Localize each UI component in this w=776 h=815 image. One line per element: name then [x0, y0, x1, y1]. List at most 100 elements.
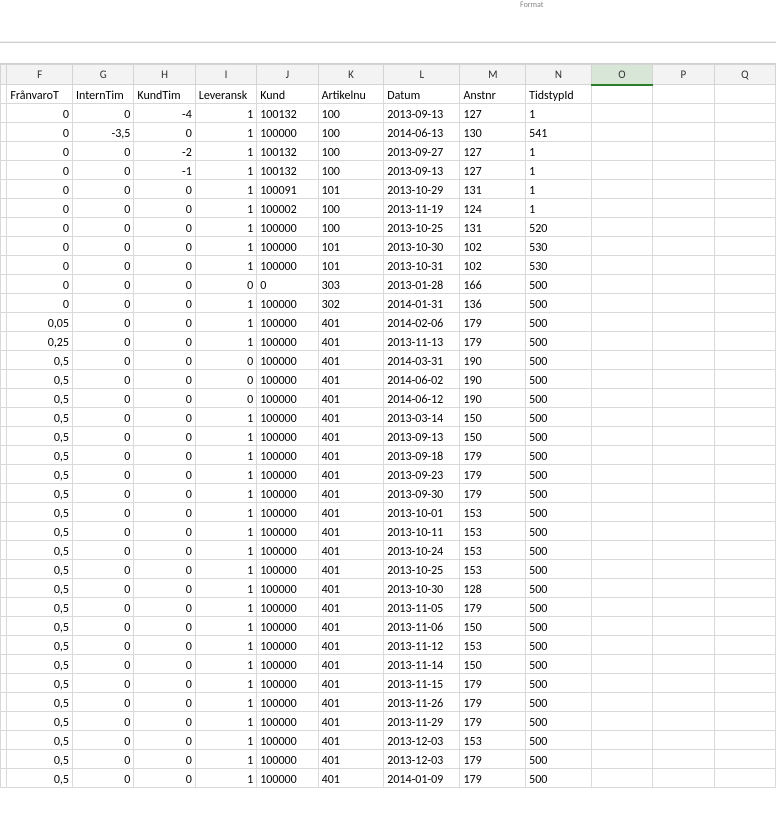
cell-O[interactable]: [591, 465, 652, 484]
cell-I[interactable]: 1: [195, 123, 256, 142]
cell-P[interactable]: [653, 617, 714, 636]
table-row[interactable]: 00-211001321002013-09-271271: [1, 142, 776, 161]
cell-P[interactable]: [653, 522, 714, 541]
cell-Q[interactable]: [714, 750, 775, 769]
cell-F[interactable]: 0,5: [7, 731, 73, 750]
cell-F[interactable]: 0,5: [7, 408, 73, 427]
cell-H[interactable]: 0: [134, 389, 195, 408]
table-row[interactable]: 00011000001012013-10-31102530: [1, 256, 776, 275]
cell-H[interactable]: 0: [134, 237, 195, 256]
cell-N[interactable]: 500: [526, 560, 592, 579]
header-K[interactable]: Artikelnu: [318, 85, 384, 104]
cell-H[interactable]: 0: [134, 370, 195, 389]
cell-H[interactable]: 0: [134, 256, 195, 275]
cell-K[interactable]: 401: [318, 370, 384, 389]
cell-M[interactable]: 179: [460, 674, 526, 693]
cell-M[interactable]: 131: [460, 180, 526, 199]
cell-H[interactable]: 0: [134, 294, 195, 313]
cell-G[interactable]: 0: [72, 313, 133, 332]
cell-G[interactable]: 0: [72, 522, 133, 541]
cell-L[interactable]: 2013-10-31: [384, 256, 460, 275]
cell-F[interactable]: 0,5: [7, 351, 73, 370]
column-letter-row[interactable]: F G H I J K L M N O P Q: [1, 65, 776, 85]
cell-M[interactable]: 179: [460, 750, 526, 769]
cell-O[interactable]: [591, 693, 652, 712]
table-row[interactable]: 00011000003022014-01-31136500: [1, 294, 776, 313]
cell-F[interactable]: 0,25: [7, 332, 73, 351]
cell-J[interactable]: 100000: [257, 446, 318, 465]
cell-P[interactable]: [653, 237, 714, 256]
cell-M[interactable]: 179: [460, 484, 526, 503]
cell-F[interactable]: 0,5: [7, 560, 73, 579]
cell-M[interactable]: 179: [460, 313, 526, 332]
cell-I[interactable]: 1: [195, 484, 256, 503]
cell-F[interactable]: 0,05: [7, 313, 73, 332]
cell-H[interactable]: 0: [134, 579, 195, 598]
cell-P[interactable]: [653, 693, 714, 712]
table-row[interactable]: 00011000001012013-10-30102530: [1, 237, 776, 256]
table-row[interactable]: 00-111001321002013-09-131271: [1, 161, 776, 180]
cell-G[interactable]: 0: [72, 408, 133, 427]
cell-H[interactable]: 0: [134, 446, 195, 465]
cell-I[interactable]: 1: [195, 693, 256, 712]
cell-G[interactable]: 0: [72, 104, 133, 123]
cell-K[interactable]: 401: [318, 465, 384, 484]
col-head-F[interactable]: F: [7, 65, 73, 85]
cell-J[interactable]: 100000: [257, 750, 318, 769]
cell-O[interactable]: [591, 218, 652, 237]
cell-H[interactable]: 0: [134, 655, 195, 674]
cell-K[interactable]: 401: [318, 598, 384, 617]
cell-K[interactable]: 100: [318, 142, 384, 161]
cell-L[interactable]: 2014-01-31: [384, 294, 460, 313]
cell-H[interactable]: 0: [134, 123, 195, 142]
cell-F[interactable]: 0,5: [7, 465, 73, 484]
cell-G[interactable]: 0: [72, 446, 133, 465]
table-row[interactable]: 0-3,5011000001002014-06-13130541: [1, 123, 776, 142]
cell-K[interactable]: 401: [318, 389, 384, 408]
cell-J[interactable]: 100000: [257, 712, 318, 731]
cell-F[interactable]: 0,5: [7, 484, 73, 503]
cell-G[interactable]: 0: [72, 750, 133, 769]
cell-I[interactable]: 1: [195, 313, 256, 332]
table-row[interactable]: 0,50011000004012013-09-23179500: [1, 465, 776, 484]
cell-N[interactable]: 500: [526, 408, 592, 427]
cell-H[interactable]: 0: [134, 199, 195, 218]
cell-Q[interactable]: [714, 123, 775, 142]
table-row[interactable]: 0,050011000004012014-02-06179500: [1, 313, 776, 332]
cell-J[interactable]: 100000: [257, 427, 318, 446]
cell-H[interactable]: 0: [134, 522, 195, 541]
cell-G[interactable]: 0: [72, 142, 133, 161]
cell-I[interactable]: 1: [195, 180, 256, 199]
cell-M[interactable]: 124: [460, 199, 526, 218]
cell-N[interactable]: 520: [526, 218, 592, 237]
cell-F[interactable]: 0: [7, 275, 73, 294]
table-row[interactable]: 00011000021002013-11-191241: [1, 199, 776, 218]
cell-N[interactable]: 500: [526, 446, 592, 465]
cell-O[interactable]: [591, 313, 652, 332]
cell-N[interactable]: 500: [526, 750, 592, 769]
cell-F[interactable]: 0,5: [7, 522, 73, 541]
cell-H[interactable]: -1: [134, 161, 195, 180]
cell-I[interactable]: 0: [195, 351, 256, 370]
table-row[interactable]: 0,50011000004012013-11-05179500: [1, 598, 776, 617]
cell-G[interactable]: 0: [72, 370, 133, 389]
cell-K[interactable]: 101: [318, 237, 384, 256]
cell-P[interactable]: [653, 712, 714, 731]
cell-F[interactable]: 0: [7, 104, 73, 123]
cell-L[interactable]: 2013-09-27: [384, 142, 460, 161]
cell-G[interactable]: 0: [72, 674, 133, 693]
cell-I[interactable]: 1: [195, 465, 256, 484]
cell-O[interactable]: [591, 389, 652, 408]
cell-J[interactable]: 100000: [257, 389, 318, 408]
cell-Q[interactable]: [714, 161, 775, 180]
cell-Q[interactable]: [714, 522, 775, 541]
table-row[interactable]: 0,50011000004012013-11-14150500: [1, 655, 776, 674]
cell-N[interactable]: 500: [526, 313, 592, 332]
cell-H[interactable]: 0: [134, 218, 195, 237]
cell-Q[interactable]: [714, 541, 775, 560]
cell-M[interactable]: 190: [460, 370, 526, 389]
cell-Q[interactable]: [714, 180, 775, 199]
table-row[interactable]: 0,50001000004012014-06-12190500: [1, 389, 776, 408]
table-row[interactable]: 0,50011000004012013-10-30128500: [1, 579, 776, 598]
cell-F[interactable]: 0: [7, 180, 73, 199]
